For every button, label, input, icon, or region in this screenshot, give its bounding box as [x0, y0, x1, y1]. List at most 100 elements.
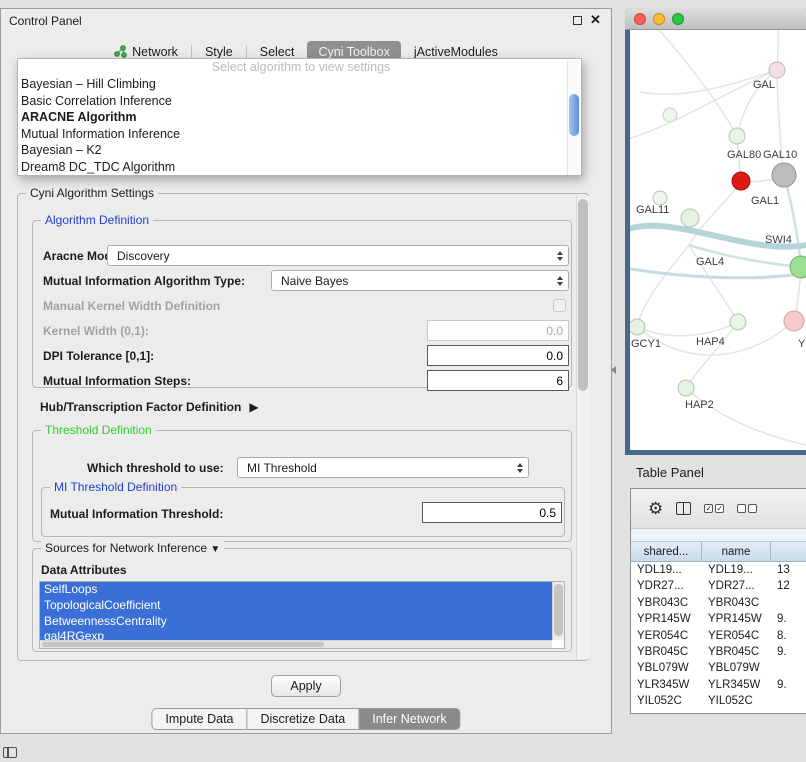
column-header-name[interactable]: name [702, 541, 771, 562]
apply-button[interactable]: Apply [271, 675, 341, 697]
table-cell[interactable]: YBR045C [702, 644, 771, 660]
mi-threshold-input[interactable] [422, 502, 562, 523]
minimize-window-icon[interactable] [653, 13, 665, 25]
popup-scrollbar[interactable] [567, 60, 580, 175]
network-node-label: GCY1 [631, 338, 661, 350]
table-cell[interactable]: YDR27... [702, 578, 771, 594]
zoom-window-icon[interactable] [672, 13, 684, 25]
table-cell[interactable]: YDL19... [702, 562, 771, 578]
tab-discretize-data[interactable]: Discretize Data [248, 708, 360, 730]
which-threshold-select[interactable]: MI Threshold [237, 457, 529, 478]
network-node[interactable] [772, 163, 796, 187]
table-cell[interactable] [771, 660, 806, 676]
table-cell[interactable]: YIL052C [631, 693, 702, 709]
network-node[interactable] [681, 209, 699, 227]
network-node-label: HAP2 [685, 399, 714, 411]
table-cell[interactable]: YPR145W [702, 611, 771, 627]
algorithm-popup-item[interactable]: Mutual Information Inference [18, 126, 581, 143]
network-node[interactable] [784, 311, 804, 331]
combo-arrows-icon [517, 463, 523, 473]
attributes-vertical-scrollbar[interactable] [552, 582, 564, 640]
network-node-label: GAL [753, 79, 775, 91]
table-cell[interactable]: YER054C [702, 628, 771, 644]
close-panel-icon[interactable]: ✕ [590, 12, 601, 28]
column-header-shared-name[interactable]: shared... [631, 541, 702, 562]
network-node[interactable] [732, 172, 750, 190]
table-cell[interactable]: YBL079W [631, 660, 702, 676]
aracne-mode-select[interactable]: Discovery [107, 245, 569, 266]
mi-type-select[interactable]: Naive Bayes [271, 270, 569, 291]
settings-scrollbar[interactable] [576, 196, 589, 659]
mi-threshold-group-title: MI Threshold Definition [50, 480, 181, 494]
mi-steps-input[interactable] [427, 370, 569, 391]
table-cell[interactable]: YLR345W [702, 677, 771, 693]
network-node-label: GAL11 [636, 204, 669, 216]
table-cell[interactable]: YBR045C [631, 644, 702, 660]
algorithm-popup-item[interactable]: Basic Correlation Inference [18, 93, 581, 110]
close-window-icon[interactable] [634, 13, 646, 25]
dpi-tolerance-input[interactable] [427, 345, 569, 366]
table-cell[interactable]: YDR27... [631, 578, 702, 594]
network-node[interactable] [730, 314, 746, 330]
table-cell[interactable]: YIL052C [702, 693, 771, 709]
table-cell[interactable]: 9. [771, 644, 806, 660]
settings-scrollbar-thumb[interactable] [578, 199, 588, 391]
dpi-tolerance-label: DPI Tolerance [0,1]: [43, 349, 154, 363]
table-cell[interactable] [771, 693, 806, 709]
table-cell[interactable]: 9. [771, 611, 806, 627]
network-node-label: GAL1 [751, 195, 779, 207]
algorithm-popup-item[interactable]: Bayesian – Hill Climbing [18, 76, 581, 93]
sources-title: Sources for Network Inference [45, 541, 207, 555]
network-node[interactable] [630, 319, 645, 335]
table-cell[interactable]: YBR043C [631, 595, 702, 611]
attribute-item[interactable]: TopologicalCoefficient [40, 598, 552, 614]
attributes-horizontal-scrollbar[interactable] [40, 640, 552, 648]
column-header-extra[interactable] [771, 541, 806, 562]
table-settings-gear-icon[interactable]: ⚙ [648, 499, 663, 519]
tab-infer-network[interactable]: Infer Network [359, 708, 460, 730]
table-cell[interactable]: YBR043C [702, 595, 771, 611]
table-cell[interactable]: YLR345W [631, 677, 702, 693]
table-row: YPR145W YPR145W 9. [631, 611, 806, 627]
tab-impute-data[interactable]: Impute Data [151, 708, 247, 730]
network-node-label: SWI4 [765, 234, 792, 246]
attribute-item[interactable]: BetweennessCentrality [40, 614, 552, 630]
attributes-hscroll-thumb[interactable] [42, 642, 324, 647]
attribute-item[interactable]: SelfLoops [40, 582, 552, 598]
network-node[interactable] [769, 62, 785, 78]
popup-scrollbar-thumb[interactable] [569, 94, 579, 136]
threshold-definition-groupbox: Threshold Definition Which threshold to … [32, 430, 572, 542]
table-row: YER054C YER054C 8. [631, 628, 806, 644]
network-node-label: GAL10 [763, 149, 797, 161]
table-cell[interactable]: YER054C [631, 628, 702, 644]
table-cell[interactable]: YPR145W [631, 611, 702, 627]
algorithm-popup-item-selected[interactable]: ARACNE Algorithm [18, 109, 581, 126]
table-cell[interactable]: YBL079W [702, 660, 771, 676]
network-node[interactable] [653, 191, 667, 205]
table-row: YDR27... YDR27... 12 [631, 578, 806, 594]
network-node[interactable] [678, 380, 694, 396]
table-cell[interactable]: 12 [771, 578, 806, 594]
show-columns-icon[interactable] [676, 502, 691, 515]
select-all-columns-icon[interactable]: ✓ ✓ [704, 504, 724, 513]
hub-section-toggle[interactable]: Hub/Transcription Factor Definition ▶ [40, 400, 259, 414]
cyni-bottom-tabs: Impute Data Discretize Data Infer Networ… [151, 708, 460, 730]
network-canvas[interactable]: GAL GAL80 GAL10 GAL11 GAL1 SWI4 GAL4 GCY… [630, 30, 806, 450]
algorithm-popup-item[interactable]: Bayesian – K2 [18, 142, 581, 159]
table-cell[interactable]: 8. [771, 628, 806, 644]
table-cell[interactable]: YDL19... [631, 562, 702, 578]
splitter-handle-icon[interactable] [611, 366, 616, 374]
network-node[interactable] [663, 108, 677, 122]
network-node[interactable] [729, 128, 745, 144]
deselect-all-columns-icon[interactable] [737, 504, 757, 513]
table-cell[interactable]: 9. [771, 677, 806, 693]
float-window-icon[interactable] [573, 16, 582, 25]
sources-toggle[interactable]: Sources for Network Inference ▼ [41, 541, 224, 555]
hide-panel-icon[interactable] [3, 747, 17, 758]
kernel-width-input[interactable] [427, 320, 569, 341]
attributes-vscroll-thumb[interactable] [554, 584, 563, 636]
table-cell[interactable] [771, 595, 806, 611]
algorithm-popup-item[interactable]: Dream8 DC_TDC Algorithm [18, 159, 581, 176]
table-cell[interactable]: 13 [771, 562, 806, 578]
manual-kernel-width-checkbox[interactable] [553, 299, 566, 312]
